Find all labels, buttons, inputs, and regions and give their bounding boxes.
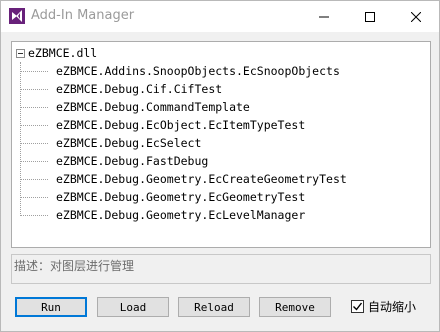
tree-item-label: eZBMCE.Debug.FastDebug: [56, 154, 209, 168]
tree-item[interactable]: eZBMCE.Addins.SnoopObjects.EcSnoopObject…: [20, 62, 420, 80]
tree-item-label: eZBMCE.Debug.EcSelect: [56, 136, 202, 150]
close-button[interactable]: [393, 1, 439, 32]
tree-item[interactable]: eZBMCE.Debug.Geometry.EcGeometryTest: [20, 188, 420, 206]
tree-item[interactable]: eZBMCE.Debug.Geometry.EcLevelManager: [20, 206, 420, 224]
tree-branch-line: [20, 142, 48, 144]
reload-button[interactable]: Reload: [178, 297, 250, 317]
maximize-icon: [365, 11, 375, 22]
tree-item[interactable]: eZBMCE.Debug.CommandTemplate: [20, 98, 420, 116]
tree-item-label: eZBMCE.Debug.Cif.CifTest: [56, 82, 223, 96]
tree-item-label: eZBMCE.Debug.Geometry.EcCreateGeometryTe…: [56, 172, 347, 186]
addin-tree-view[interactable]: eZBMCE.dll eZBMCE.Addins.SnoopObjects.Ec…: [11, 41, 431, 248]
checkmark-icon: [353, 302, 363, 311]
tree-item[interactable]: eZBMCE.Debug.FastDebug: [20, 152, 420, 170]
tree-branch-line: [20, 196, 48, 198]
tree-item-label: eZBMCE.Debug.Geometry.EcGeometryTest: [56, 190, 306, 204]
checkbox-box[interactable]: [351, 299, 364, 313]
load-button[interactable]: Load: [97, 297, 169, 317]
tree-branch-line: [20, 106, 48, 108]
add-in-manager-window: Add-In Manager eZBMCE.dll eZBMCE.Addins.…: [0, 0, 440, 332]
tree-branch-line: [20, 88, 48, 90]
tree-root-label: eZBMCE.dll: [28, 46, 98, 60]
visual-studio-icon: [9, 8, 25, 24]
tree-item[interactable]: eZBMCE.Debug.Cif.CifTest: [20, 80, 420, 98]
window-title: Add-In Manager: [31, 8, 135, 23]
run-button[interactable]: Run: [15, 297, 87, 317]
maximize-button[interactable]: [347, 1, 393, 32]
auto-minimize-label: 自动缩小: [368, 299, 417, 314]
collapse-toggle-icon[interactable]: [16, 48, 25, 58]
title-bar[interactable]: Add-In Manager: [1, 1, 439, 32]
tree-children: eZBMCE.Addins.SnoopObjects.EcSnoopObject…: [20, 62, 420, 224]
minimize-button[interactable]: [301, 1, 347, 32]
tree-branch-line: [20, 214, 48, 216]
tree-branch-line: [20, 160, 48, 162]
tree-item-label: eZBMCE.Debug.CommandTemplate: [56, 100, 250, 114]
tree-branch-line: [20, 70, 48, 72]
description-text: 描述：对图层进行管理: [14, 259, 135, 273]
tree-item[interactable]: eZBMCE.Debug.Geometry.EcCreateGeometryTe…: [20, 170, 420, 188]
tree-item[interactable]: eZBMCE.Debug.EcSelect: [20, 134, 420, 152]
tree-item[interactable]: eZBMCE.Debug.EcObject.EcItemTypeTest: [20, 116, 420, 134]
tree-branch-line: [20, 124, 48, 126]
tree-item-label: eZBMCE.Debug.Geometry.EcLevelManager: [56, 208, 306, 222]
tree-root-node[interactable]: eZBMCE.dll: [16, 44, 97, 62]
minimize-icon: [319, 16, 329, 17]
auto-minimize-checkbox[interactable]: 自动缩小: [351, 297, 416, 315]
description-box: 描述：对图层进行管理: [11, 254, 431, 284]
tree-item-label: eZBMCE.Debug.EcObject.EcItemTypeTest: [56, 118, 306, 132]
tree-branch-line: [20, 178, 48, 180]
tree-item-label: eZBMCE.Addins.SnoopObjects.EcSnoopObject…: [56, 64, 340, 78]
close-icon: [411, 11, 421, 22]
remove-button[interactable]: Remove: [259, 297, 331, 317]
